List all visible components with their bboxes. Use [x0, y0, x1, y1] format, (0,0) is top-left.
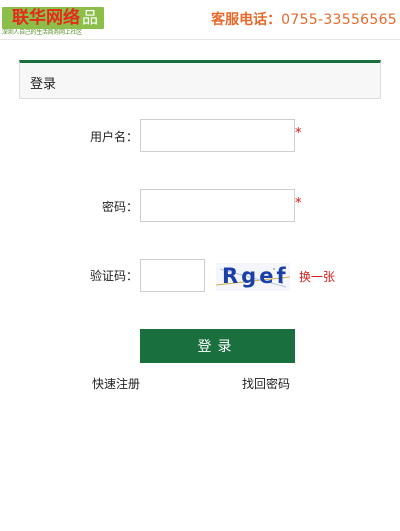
- username-label: 用户名：: [89, 130, 138, 144]
- service-label: 客服电话：: [211, 12, 282, 28]
- forgot-password-link[interactable]: 找回密码: [242, 375, 290, 392]
- panel-title: 登录: [30, 77, 57, 92]
- service-phone: 0755-33556565: [281, 12, 397, 28]
- password-input[interactable]: [140, 189, 295, 222]
- username-input[interactable]: [140, 119, 295, 152]
- header: 联华网络 品 深圳人自己的生活商务网上社区 客服电话：0755-33556565: [0, 0, 400, 40]
- captcha-image[interactable]: Rgef: [216, 263, 290, 291]
- customer-service: 客服电话：0755-33556565: [211, 11, 397, 29]
- refresh-captcha-link[interactable]: 换一张: [299, 268, 335, 285]
- logo-char: 品: [82, 8, 99, 27]
- password-required-mark: *: [295, 196, 302, 211]
- username-required-mark: *: [295, 126, 302, 141]
- logo-text: 联华网络: [12, 8, 80, 28]
- captcha-label: 验证码：: [89, 269, 138, 283]
- captcha-text: Rgef: [222, 264, 289, 288]
- register-link[interactable]: 快速注册: [92, 375, 140, 392]
- logo-slogan: 深圳人自己的生活商务网上社区: [2, 29, 82, 36]
- login-button[interactable]: 登录: [140, 329, 295, 363]
- password-label: 密码：: [101, 200, 138, 214]
- site-logo[interactable]: 联华网络 品 深圳人自己的生活商务网上社区: [2, 7, 104, 37]
- captcha-input[interactable]: [140, 259, 205, 292]
- login-panel-header: 登录: [19, 60, 381, 99]
